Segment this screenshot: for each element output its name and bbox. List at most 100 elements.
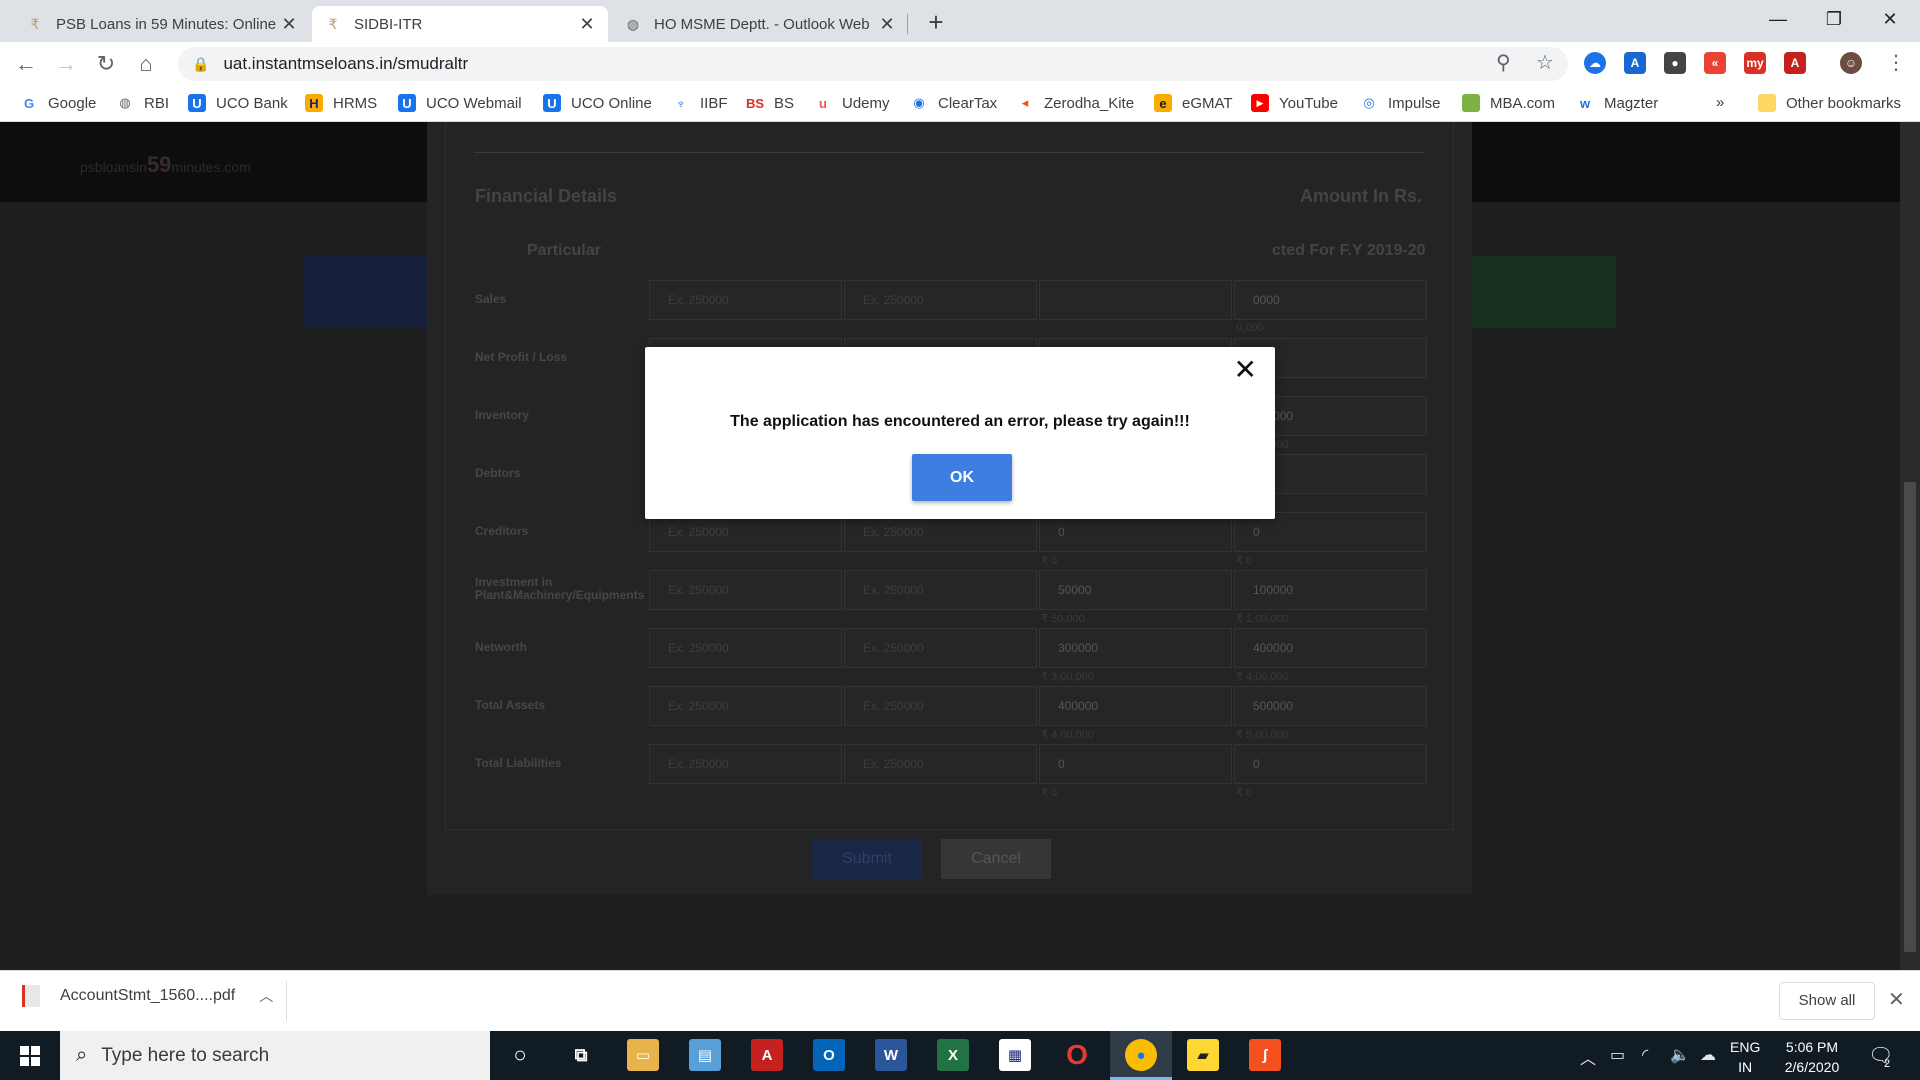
other-bookmarks[interactable]: Other bookmarks — [1758, 94, 1901, 112]
amount-input[interactable]: Ex. 250000 — [649, 570, 842, 610]
onedrive-extension-icon[interactable]: ☁ — [1584, 52, 1606, 74]
page-scrollbar[interactable] — [1900, 122, 1920, 970]
sticky-notes-icon[interactable]: ▰ — [1187, 1039, 1219, 1071]
menu-icon[interactable]: ⋮ — [1886, 50, 1906, 75]
amount-input[interactable]: Ex. 250000 — [649, 744, 842, 784]
clock[interactable]: 5:06 PM 2/6/2020 — [1770, 1037, 1854, 1077]
opera-icon[interactable]: O — [1061, 1039, 1093, 1071]
amount-input[interactable]: Ex. 250000 — [649, 686, 842, 726]
bookmark-youtube[interactable]: ▶ YouTube — [1251, 94, 1338, 112]
amount-input[interactable]: Ex. 250000 — [649, 628, 842, 668]
back-button[interactable]: ← — [12, 50, 40, 78]
close-tab-icon[interactable]: ✕ — [280, 14, 298, 35]
bookmark-rbi[interactable]: ◍ RBI — [116, 94, 169, 112]
extension-icon[interactable]: my — [1744, 52, 1766, 74]
amount-input[interactable]: 400000 — [1039, 686, 1232, 726]
language-indicator[interactable]: ENG IN — [1730, 1037, 1760, 1077]
amount-input[interactable]: 0 — [1234, 744, 1427, 784]
amount-input[interactable]: Ex. 250000 — [649, 280, 842, 320]
bookmark-uco-webmail[interactable]: U UCO Webmail — [398, 94, 522, 112]
amount-input[interactable]: 500000 — [1234, 686, 1427, 726]
chevron-up-icon[interactable]: ︿ — [259, 986, 273, 1006]
amount-input[interactable]: 0000 — [1234, 280, 1427, 320]
ok-button[interactable]: OK — [912, 454, 1012, 501]
bookmark-iibf[interactable]: ♆ IIBF — [672, 94, 727, 112]
wifi-icon[interactable]: ◜ — [1642, 1045, 1648, 1065]
tab-sidbi-itr[interactable]: ₹ SIDBI-ITR ✕ — [312, 6, 608, 42]
bookmark-star-icon[interactable]: ☆ — [1536, 50, 1554, 75]
amount-input[interactable]: Ex. 250000 — [844, 686, 1037, 726]
bookmark-uco-online[interactable]: U UCO Online — [543, 94, 652, 112]
app-icon[interactable]: ▦ — [999, 1039, 1031, 1071]
download-item[interactable]: AccountStmt_1560....pdf ︿ — [22, 985, 273, 1007]
volume-icon[interactable]: 🔈 — [1670, 1045, 1690, 1065]
show-all-button[interactable]: Show all — [1779, 982, 1875, 1020]
control-panel-icon[interactable]: ▤ — [689, 1039, 721, 1071]
amount-input[interactable]: 50000 — [1039, 570, 1232, 610]
amount-input[interactable]: 400000 — [1234, 628, 1427, 668]
bookmark-uco-bank[interactable]: U UCO Bank — [188, 94, 288, 112]
cancel-button[interactable]: Cancel — [941, 839, 1051, 879]
close-icon[interactable]: ✕ — [1888, 987, 1905, 1012]
tab-psb-loans[interactable]: ₹ PSB Loans in 59 Minutes: Online ✕ — [14, 6, 310, 42]
excel-icon[interactable]: X — [937, 1039, 969, 1071]
profile-avatar[interactable]: ☺ — [1840, 52, 1862, 74]
bookmark-cleartax[interactable]: ◉ ClearTax — [910, 94, 997, 112]
outlook-icon[interactable]: O — [813, 1039, 845, 1071]
time: 5:06 PM — [1785, 1039, 1839, 1055]
taskbar-search[interactable]: ⌕ Type here to search — [60, 1031, 490, 1080]
amount-input[interactable]: Ex. 250000 — [844, 570, 1037, 610]
formatted-amount: ₹ 0 — [1041, 787, 1058, 799]
bookmark-mba[interactable]: MBA.com — [1462, 94, 1555, 112]
close-icon[interactable]: ✕ — [1234, 355, 1257, 385]
bookmark-magzter[interactable]: w Magzter — [1576, 94, 1658, 112]
bookmark-label: UCO Online — [571, 94, 652, 112]
new-tab-button[interactable]: + — [922, 8, 950, 36]
reload-button[interactable]: ↻ — [92, 50, 120, 78]
amount-input[interactable]: Ex. 250000 — [844, 628, 1037, 668]
bookmark-egmat[interactable]: e eGMAT — [1154, 94, 1233, 112]
start-button[interactable] — [0, 1031, 60, 1080]
close-tab-icon[interactable]: ✕ — [578, 14, 596, 35]
bookmark-bs[interactable]: BS BS — [746, 94, 794, 112]
url-text: uat.instantmseloans.in/smudraltr — [223, 54, 469, 73]
close-window-button[interactable]: ✕ — [1862, 0, 1918, 38]
amount-input[interactable]: Ex. 250000 — [844, 744, 1037, 784]
close-tab-icon[interactable]: ✕ — [878, 14, 896, 35]
restore-button[interactable]: ❐ — [1806, 0, 1862, 38]
adobe-reader-icon[interactable]: A — [751, 1039, 783, 1071]
extension-icon[interactable]: A — [1624, 52, 1646, 74]
amount-input[interactable]: Ex. 250000 — [844, 280, 1037, 320]
minimize-button[interactable]: — — [1750, 0, 1806, 38]
onedrive-icon[interactable]: ☁ — [1700, 1045, 1716, 1065]
folder-icon — [1758, 94, 1776, 112]
submit-button[interactable]: Submit — [812, 839, 922, 879]
task-view-icon[interactable]: ⧉ — [565, 1039, 597, 1071]
bookmarks-overflow-button[interactable]: » — [1716, 94, 1724, 111]
battery-icon[interactable]: ▭ — [1610, 1045, 1625, 1065]
chrome-icon[interactable]: ● — [1125, 1039, 1157, 1071]
home-button[interactable]: ⌂ — [132, 50, 160, 78]
bookmark-google[interactable]: G Google — [20, 94, 96, 112]
word-icon[interactable]: W — [875, 1039, 907, 1071]
bookmark-impulse[interactable]: ◎ Impulse — [1360, 94, 1440, 112]
bookmark-hrms[interactable]: H HRMS — [305, 94, 377, 112]
extension-icon[interactable]: ● — [1664, 52, 1686, 74]
amount-input[interactable]: 0 — [1039, 744, 1232, 784]
cortana-icon[interactable]: ○ — [504, 1039, 536, 1071]
address-bar[interactable]: 🔒 uat.instantmseloans.in/smudraltr — [178, 47, 1568, 81]
zoom-icon[interactable]: ⚲ — [1496, 50, 1511, 75]
scrollbar-thumb[interactable] — [1904, 482, 1916, 952]
adobe-extension-icon[interactable]: A — [1784, 52, 1806, 74]
amount-input[interactable]: 300000 — [1039, 628, 1232, 668]
bookmark-udemy[interactable]: u Udemy — [814, 94, 890, 112]
amount-input[interactable] — [1039, 280, 1232, 320]
extension-icon[interactable]: « — [1704, 52, 1726, 74]
tab-outlook[interactable]: ◍ HO MSME Deptt. - Outlook Web ✕ — [612, 6, 908, 42]
file-explorer-icon[interactable]: ▭ — [627, 1039, 659, 1071]
show-hidden-icons[interactable]: ︿ — [1580, 1045, 1596, 1069]
forward-button[interactable]: → — [52, 50, 80, 78]
amount-input[interactable]: 100000 — [1234, 570, 1427, 610]
bookmark-zerodha[interactable]: ◂ Zerodha_Kite — [1016, 94, 1134, 112]
app-icon[interactable]: ʃ — [1249, 1039, 1281, 1071]
